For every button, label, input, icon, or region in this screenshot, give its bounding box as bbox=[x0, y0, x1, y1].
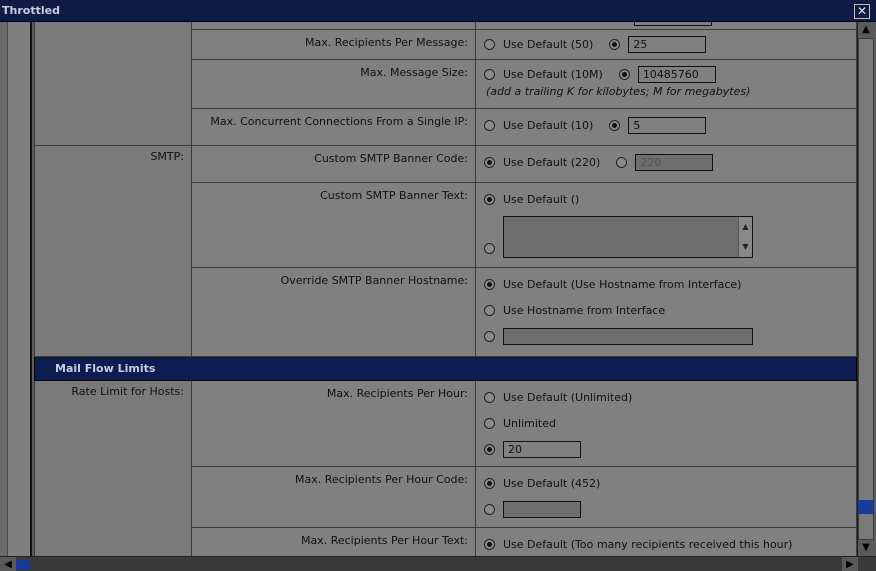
section-rate-limit-for-hosts: Rate Limit for Hosts: bbox=[34, 380, 192, 556]
use-default-label: Use Default (220) bbox=[503, 155, 601, 169]
row-value: Use Default () ▲ ▼ bbox=[475, 182, 857, 268]
use-default-label: Use Default () bbox=[503, 192, 580, 206]
use-hostname-label: Use Hostname from Interface bbox=[503, 303, 666, 317]
vertical-scrollbar[interactable]: ▲ ▼ bbox=[857, 22, 874, 556]
custom-value-radio[interactable] bbox=[484, 243, 495, 254]
custom-value-radio[interactable] bbox=[609, 119, 621, 131]
close-icon[interactable]: ✕ bbox=[854, 4, 870, 19]
textarea-scrollbar[interactable]: ▲ ▼ bbox=[738, 217, 752, 257]
mail-flow-limits-header: Mail Flow Limits bbox=[34, 356, 857, 381]
row-value: Use Default (Too many recipients receive… bbox=[475, 527, 857, 556]
section-header-row: Mail Flow Limits bbox=[34, 356, 857, 381]
custom-smtp-banner-text-textarea[interactable]: ▲ ▼ bbox=[503, 216, 753, 258]
row-value: Use Default (10) 5 bbox=[475, 108, 857, 146]
left-border bbox=[0, 22, 8, 556]
use-default-label: Use Default (50) bbox=[503, 37, 594, 51]
max-concurrent-connections-input[interactable]: 5 bbox=[628, 116, 707, 134]
use-hostname-radio[interactable] bbox=[484, 304, 495, 316]
row-label-max-concurrent-connections: Max. Concurrent Connections From a Singl… bbox=[191, 108, 476, 146]
section-cell bbox=[34, 22, 192, 146]
window-title: Throttled bbox=[2, 4, 60, 17]
use-default-radio[interactable] bbox=[484, 156, 495, 168]
row-value: Use Default (10M) 10485760 (add a traili… bbox=[475, 59, 857, 109]
scroll-down-icon[interactable]: ▼ bbox=[742, 242, 748, 251]
vertical-scroll-thumb[interactable] bbox=[859, 39, 873, 539]
use-default-radio[interactable] bbox=[484, 119, 495, 131]
scroll-marker bbox=[858, 500, 874, 514]
section-smtp: SMTP: bbox=[34, 145, 192, 357]
row-label-max-message-size: Max. Message Size: bbox=[191, 59, 476, 109]
scroll-up-icon[interactable]: ▲ bbox=[858, 22, 874, 38]
settings-form-viewport: Max. Recipients Per Message: Use Default… bbox=[34, 22, 857, 556]
use-default-label: Use Default (Too many recipients receive… bbox=[503, 537, 793, 551]
row-value: Use Default (Unlimited) Unlimited 20 bbox=[475, 380, 857, 467]
row-label bbox=[191, 22, 476, 30]
use-default-label: Use Default (Unlimited) bbox=[503, 390, 633, 404]
custom-value-radio[interactable] bbox=[484, 503, 495, 515]
custom-value-radio[interactable] bbox=[484, 443, 495, 455]
row-label-custom-smtp-banner-code: Custom SMTP Banner Code: bbox=[191, 145, 476, 183]
use-default-radio[interactable] bbox=[484, 538, 495, 550]
row-label-custom-smtp-banner-text: Custom SMTP Banner Text: bbox=[191, 182, 476, 268]
use-default-label: Use Default (10) bbox=[503, 118, 594, 132]
row-label-max-recipients-per-hour-code: Max. Recipients Per Hour Code: bbox=[191, 466, 476, 528]
unlimited-radio[interactable] bbox=[484, 417, 495, 429]
use-default-radio[interactable] bbox=[484, 193, 495, 205]
use-default-label: Use Default (452) bbox=[503, 476, 601, 490]
scroll-down-icon[interactable]: ▼ bbox=[858, 540, 874, 556]
horizontal-scroll-thumb[interactable] bbox=[16, 559, 30, 570]
window-titlebar: Throttled ✕ bbox=[0, 0, 876, 22]
max-message-size-input[interactable]: 10485760 bbox=[637, 65, 716, 83]
row-value: Use Default (50) 25 bbox=[475, 29, 857, 60]
custom-value-radio[interactable] bbox=[618, 68, 630, 80]
custom-value-radio[interactable] bbox=[609, 38, 621, 50]
unlimited-label: Unlimited bbox=[503, 416, 556, 430]
use-default-radio[interactable] bbox=[484, 38, 495, 50]
table-row: Rate Limit for Hosts: Max. Recipients Pe… bbox=[34, 380, 857, 556]
row-value: Use Default (452) bbox=[475, 466, 857, 528]
use-default-radio[interactable] bbox=[484, 68, 495, 80]
left-gutter bbox=[8, 22, 32, 556]
row-value: Use Default (220) 220 bbox=[475, 145, 857, 183]
row-label-max-recipients-per-hour: Max. Recipients Per Hour: bbox=[191, 380, 476, 467]
settings-table: Max. Recipients Per Message: Use Default… bbox=[34, 22, 857, 556]
max-recipients-per-hour-input[interactable]: 20 bbox=[503, 440, 581, 458]
use-default-radio[interactable] bbox=[484, 278, 495, 290]
row-label-max-recipients-per-hour-text: Max. Recipients Per Hour Text: bbox=[191, 527, 476, 556]
max-message-size-hint: (add a trailing K for kilobytes; M for m… bbox=[486, 85, 751, 98]
use-default-radio[interactable] bbox=[484, 477, 495, 489]
scroll-left-icon[interactable]: ◀ bbox=[0, 557, 16, 571]
row-value bbox=[475, 22, 857, 30]
max-recipients-per-hour-code-input[interactable] bbox=[503, 500, 581, 518]
use-default-radio[interactable] bbox=[484, 391, 495, 403]
table-row bbox=[34, 22, 857, 146]
row-label-max-recipients-per-message: Max. Recipients Per Message: bbox=[191, 29, 476, 60]
row-label-override-smtp-banner-hostname: Override SMTP Banner Hostname: bbox=[191, 267, 476, 357]
scroll-right-icon[interactable]: ▶ bbox=[842, 557, 858, 571]
table-row: SMTP: Custom SMTP Banner Code: Use Defau… bbox=[34, 145, 857, 357]
custom-value-radio[interactable] bbox=[616, 156, 628, 168]
partial-input[interactable] bbox=[634, 22, 712, 26]
max-recipients-per-message-input[interactable]: 25 bbox=[628, 35, 707, 53]
scroll-up-icon[interactable]: ▲ bbox=[742, 222, 748, 231]
use-default-label: Use Default (Use Hostname from Interface… bbox=[503, 277, 742, 291]
override-smtp-banner-hostname-input[interactable] bbox=[503, 327, 753, 345]
custom-smtp-banner-code-input[interactable]: 220 bbox=[635, 153, 714, 171]
horizontal-scrollbar[interactable]: ◀ ▶ bbox=[0, 556, 876, 571]
row-value: Use Default (Use Hostname from Interface… bbox=[475, 267, 857, 357]
custom-value-radio[interactable] bbox=[484, 330, 495, 342]
use-default-label: Use Default (10M) bbox=[503, 67, 603, 81]
